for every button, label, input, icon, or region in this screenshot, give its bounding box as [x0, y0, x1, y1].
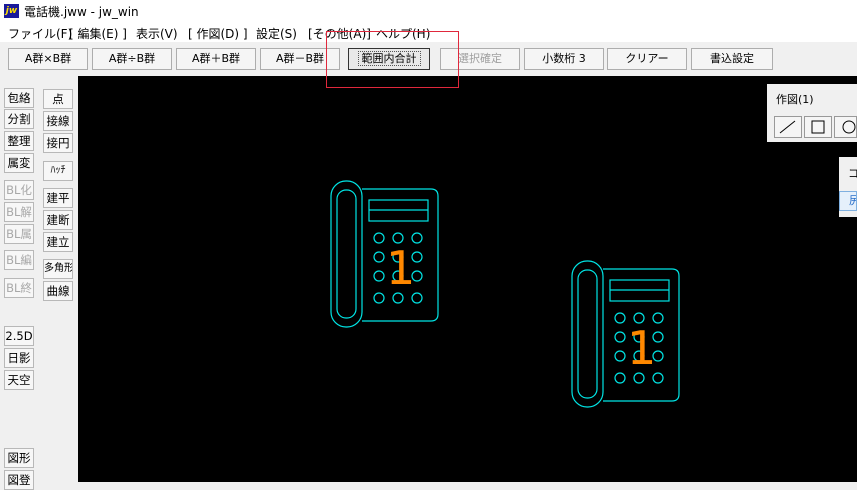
- secondary-panel-title: コ: [848, 167, 857, 180]
- rectangle-tool-icon[interactable]: [804, 116, 832, 138]
- clear-button[interactable]: クリアー: [607, 48, 687, 70]
- menu-other[interactable]: [その他(A)]: [308, 25, 371, 42]
- range-sum-button[interactable]: 範囲内合計: [348, 48, 430, 70]
- sakuzu-panel-title: 作図(1): [776, 93, 814, 106]
- left-toolbar: 包絡 分割 整理 属変 BL化 BL解 BL属 BL編 BL終 2.5D 日影 …: [0, 76, 78, 490]
- phone-handset-inner: [577, 269, 598, 399]
- write-settings-button[interactable]: 書込設定: [691, 48, 773, 70]
- tool-hikage[interactable]: 日影: [4, 348, 34, 368]
- app-icon: jw: [4, 4, 19, 18]
- secondary-panel: コ 尻: [839, 157, 857, 217]
- title-bar: jw 電話機.jww - jw_win: [0, 0, 857, 22]
- drawing-canvas[interactable]: 1 1: [78, 76, 857, 482]
- drawing-svg: 1 1: [330, 180, 680, 408]
- sakuzu-panel: 作図(1): [767, 84, 857, 142]
- tool-seiri[interactable]: 整理: [4, 131, 34, 151]
- tool-kendan[interactable]: 建断: [43, 210, 73, 230]
- tool-bl-create[interactable]: BL化: [4, 180, 34, 200]
- calc-toolbar: A群×B群 A群÷B群 A群＋B群 A群－B群 範囲内合計 選択確定 小数桁 3…: [0, 42, 857, 76]
- window-title: 電話機.jww - jw_win: [24, 5, 139, 19]
- menu-view[interactable]: 表示(V): [136, 25, 178, 42]
- decimal-places-button[interactable]: 小数桁 3: [524, 48, 604, 70]
- confirm-selection-button[interactable]: 選択確定: [440, 48, 520, 70]
- line-tool-icon[interactable]: [774, 116, 802, 138]
- tool-setsuen[interactable]: 接円: [43, 133, 73, 153]
- tool-hatch[interactable]: ﾊｯﾁ: [43, 161, 73, 181]
- tool-takakkei[interactable]: 多角形: [43, 259, 73, 279]
- range-sum-label: 範囲内合計: [357, 51, 421, 66]
- tool-bl-release[interactable]: BL解: [4, 202, 34, 222]
- phone-number-label: 1: [627, 321, 656, 375]
- a-times-b-button[interactable]: A群×B群: [8, 48, 88, 70]
- tool-kenritsu[interactable]: 建立: [43, 232, 73, 252]
- telephone-drawing-1[interactable]: 1: [330, 180, 439, 328]
- tool-kenhei[interactable]: 建平: [43, 188, 73, 208]
- phone-number-label: 1: [386, 241, 415, 295]
- telephone-drawing-2[interactable]: 1: [571, 260, 680, 408]
- tool-houraku[interactable]: 包絡: [4, 88, 34, 108]
- tool-bl-end[interactable]: BL終: [4, 278, 34, 298]
- tool-bl-attr[interactable]: BL属: [4, 224, 34, 244]
- tool-tenku[interactable]: 天空: [4, 370, 34, 390]
- tool-zokuhen[interactable]: 属変: [4, 153, 34, 173]
- tool-ten[interactable]: 点: [43, 89, 73, 109]
- menu-bar: ファイル(F) [ 編集(E) ] 表示(V) [ 作図(D) ] 設定(S) …: [0, 22, 857, 42]
- phone-handset: [571, 260, 604, 408]
- menu-settings[interactable]: 設定(S): [256, 25, 297, 42]
- tool-bl-edit[interactable]: BL編: [4, 250, 34, 270]
- menu-edit[interactable]: [ 編集(E) ]: [69, 25, 127, 42]
- tool-2-5d[interactable]: 2.5D: [4, 326, 34, 346]
- tool-bunkatsu[interactable]: 分割: [4, 109, 34, 129]
- menu-file[interactable]: ファイル(F): [8, 25, 72, 42]
- secondary-panel-button[interactable]: 尻: [839, 191, 857, 211]
- a-minus-b-button[interactable]: A群－B群: [260, 48, 340, 70]
- phone-handset: [330, 180, 363, 328]
- a-divide-b-button[interactable]: A群÷B群: [92, 48, 172, 70]
- phone-handset-inner: [336, 189, 357, 319]
- tool-kyokusen[interactable]: 曲線: [43, 281, 73, 301]
- tool-zukei[interactable]: 図形: [4, 448, 34, 468]
- menu-help[interactable]: ヘルプ(H): [376, 25, 430, 42]
- menu-draw[interactable]: [ 作図(D) ]: [188, 25, 248, 42]
- circle-tool-icon[interactable]: [834, 116, 857, 138]
- a-plus-b-button[interactable]: A群＋B群: [176, 48, 256, 70]
- tool-sessen[interactable]: 接線: [43, 111, 73, 131]
- tool-zutou[interactable]: 図登: [4, 470, 34, 490]
